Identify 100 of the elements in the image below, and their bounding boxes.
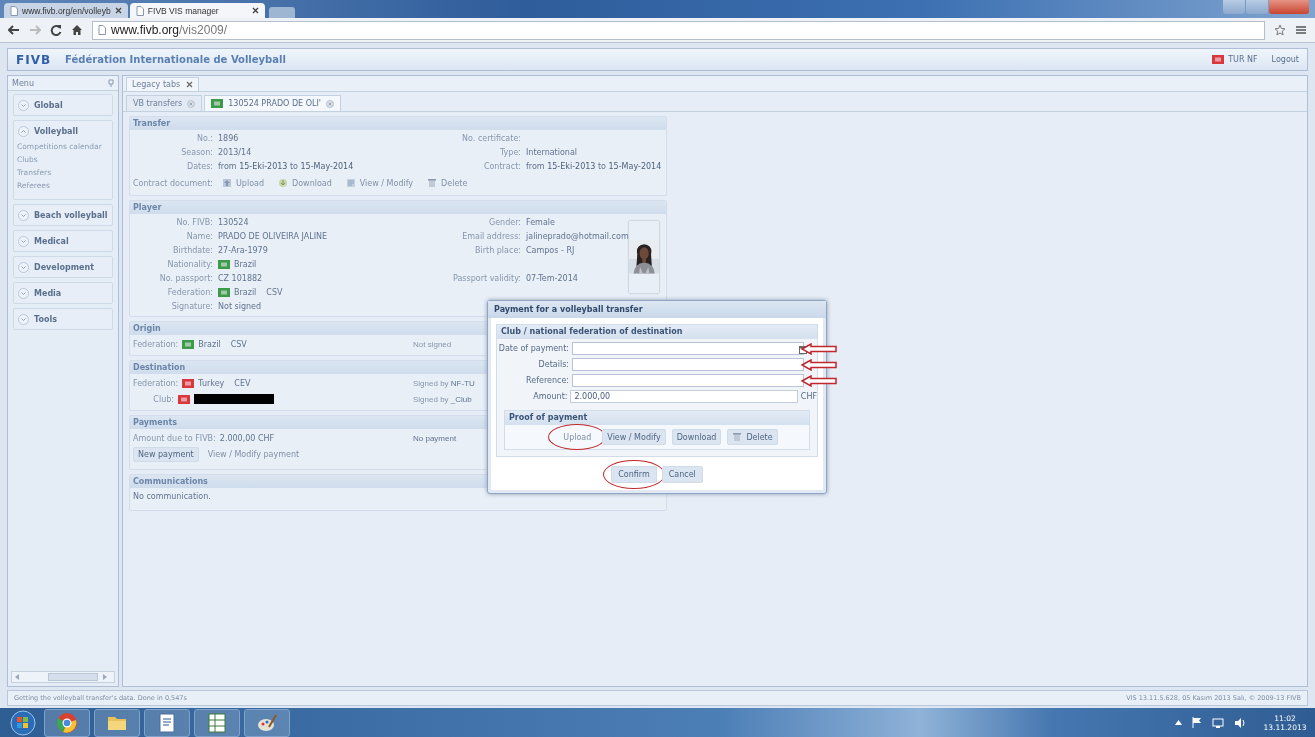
taskbar-button[interactable] xyxy=(94,708,140,737)
tab-label: FIVB VIS manager xyxy=(147,5,220,16)
action-button[interactable]: Delete xyxy=(727,429,778,445)
url-text: www.fivb.org/vis2009/ xyxy=(111,23,228,37)
field-value: CSV xyxy=(266,288,283,297)
speaker-icon[interactable] xyxy=(1234,717,1246,728)
download-icon xyxy=(278,178,289,188)
action-button[interactable]: Download xyxy=(671,429,722,445)
scroll-right-icon[interactable] xyxy=(102,674,107,680)
close-icon[interactable] xyxy=(251,7,259,14)
field-label: Dates: xyxy=(186,162,213,171)
address-field[interactable]: www.fivb.org/vis2009/ xyxy=(92,20,1265,40)
input-field[interactable] xyxy=(572,358,804,371)
home-icon[interactable] xyxy=(71,24,83,36)
close-icon[interactable] xyxy=(114,7,122,14)
field-label: Club: xyxy=(152,394,174,404)
field-label: Federation: xyxy=(166,288,213,297)
page-icon xyxy=(135,5,144,16)
scroll-thumb[interactable] xyxy=(48,673,98,681)
field-label: Amount: xyxy=(532,392,568,401)
field-label: Email address: xyxy=(461,232,521,241)
field-label: Signature: xyxy=(170,302,213,311)
chevron-up-icon[interactable] xyxy=(1175,720,1182,725)
taskbar-button[interactable] xyxy=(244,708,290,737)
status-text: Not signed xyxy=(413,340,452,349)
section-header[interactable]: Volleyball xyxy=(14,121,112,141)
action-button[interactable]: View / Modify xyxy=(602,429,666,445)
field-label: Name: xyxy=(185,232,213,241)
browser-tab[interactable]: FIVB VIS manager xyxy=(129,3,265,18)
section-header[interactable]: Medical xyxy=(14,231,112,251)
taskbar-button[interactable] xyxy=(194,708,240,737)
network-icon[interactable] xyxy=(1212,717,1224,728)
unit-label: CHF xyxy=(800,392,817,401)
panel-header: Player xyxy=(130,201,666,214)
legacy-tab[interactable]: Legacy tabs xyxy=(126,77,200,91)
close-icon[interactable] xyxy=(186,81,194,88)
field-label: Contract document: xyxy=(133,178,213,188)
section-header[interactable]: Tools xyxy=(14,309,112,329)
field-value: CSV xyxy=(230,340,247,349)
start-button[interactable] xyxy=(9,709,37,736)
user-name: TUR NF xyxy=(1228,55,1258,64)
logout-link[interactable]: Logout xyxy=(1271,55,1299,64)
field-value: 27-Ara-1979 xyxy=(218,246,268,255)
section-header[interactable]: Global xyxy=(14,95,112,115)
field-value: International xyxy=(526,148,578,157)
browser-tab[interactable]: www.fivb.org/en/volleyb xyxy=(4,3,128,18)
page-icon xyxy=(98,25,106,35)
minimize-button[interactable] xyxy=(1223,0,1245,14)
field-label: Date of payment: xyxy=(497,344,569,353)
chevron-down-icon[interactable] xyxy=(18,313,29,325)
document-icon xyxy=(345,178,356,188)
field-value: Brazil xyxy=(198,340,221,349)
field-value: from 15-Eki-2013 to 15-May-2014 xyxy=(218,162,354,171)
chevron-down-icon[interactable] xyxy=(18,209,29,221)
field-label: Season: xyxy=(180,148,213,157)
section-header: Club / national federation of destination xyxy=(497,325,817,339)
section-header[interactable]: Development xyxy=(14,257,112,277)
pin-icon[interactable] xyxy=(108,79,114,87)
chevron-down-icon[interactable] xyxy=(18,287,29,299)
close-button[interactable] xyxy=(1269,0,1309,14)
message-text: No communication. xyxy=(133,491,211,503)
input-field[interactable]: 2.000,00 xyxy=(570,390,798,403)
field-label: Birthdate: xyxy=(172,246,213,255)
field-value: Female xyxy=(526,218,555,227)
field-value: CEV xyxy=(234,379,251,388)
section-header[interactable]: Beach volleyball xyxy=(14,205,112,225)
field-value: 2013/14 xyxy=(218,148,252,157)
maximize-button[interactable] xyxy=(1246,0,1268,14)
scrollbar[interactable] xyxy=(11,671,115,683)
chevron-down-icon[interactable] xyxy=(18,99,29,111)
back-icon[interactable] xyxy=(8,25,20,35)
new-tab-button[interactable] xyxy=(268,7,295,18)
star-icon[interactable] xyxy=(1274,24,1286,36)
field-label: Amount due to FIVB: xyxy=(133,434,216,443)
field-label: Passport validity: xyxy=(452,274,521,283)
tab[interactable]: VB transfers xyxy=(126,95,203,111)
dialog-button[interactable]: Confirm xyxy=(611,466,657,483)
taskbar-button[interactable] xyxy=(144,708,190,737)
field-value: 1896 xyxy=(218,134,239,143)
field-value: Brazil xyxy=(234,260,257,269)
input-field[interactable] xyxy=(572,374,804,387)
chevron-down-icon[interactable] xyxy=(18,261,29,273)
input-field[interactable] xyxy=(572,342,804,355)
scroll-left-icon[interactable] xyxy=(15,674,20,680)
trash-icon xyxy=(732,432,743,442)
field-value: 07-Tem-2014 xyxy=(526,274,578,283)
menu-icon[interactable] xyxy=(1295,25,1307,35)
field-label: Gender: xyxy=(487,218,521,227)
action-button[interactable]: New payment xyxy=(133,447,199,462)
chevron-down-icon[interactable] xyxy=(18,235,29,247)
dialog-button[interactable]: Cancel xyxy=(661,466,703,483)
reload-icon[interactable] xyxy=(50,24,62,36)
field-label: Reference: xyxy=(525,376,569,385)
flag-icon[interactable] xyxy=(1192,717,1202,728)
field-label: Type: xyxy=(498,148,521,157)
tab-label: www.fivb.org/en/volleyb xyxy=(22,5,111,16)
section-header[interactable]: Media xyxy=(14,283,112,303)
taskbar-button[interactable] xyxy=(44,708,90,737)
tab[interactable]: 130524 PRADO DE OLI' xyxy=(204,95,341,111)
field-value: Brazil xyxy=(234,288,257,297)
